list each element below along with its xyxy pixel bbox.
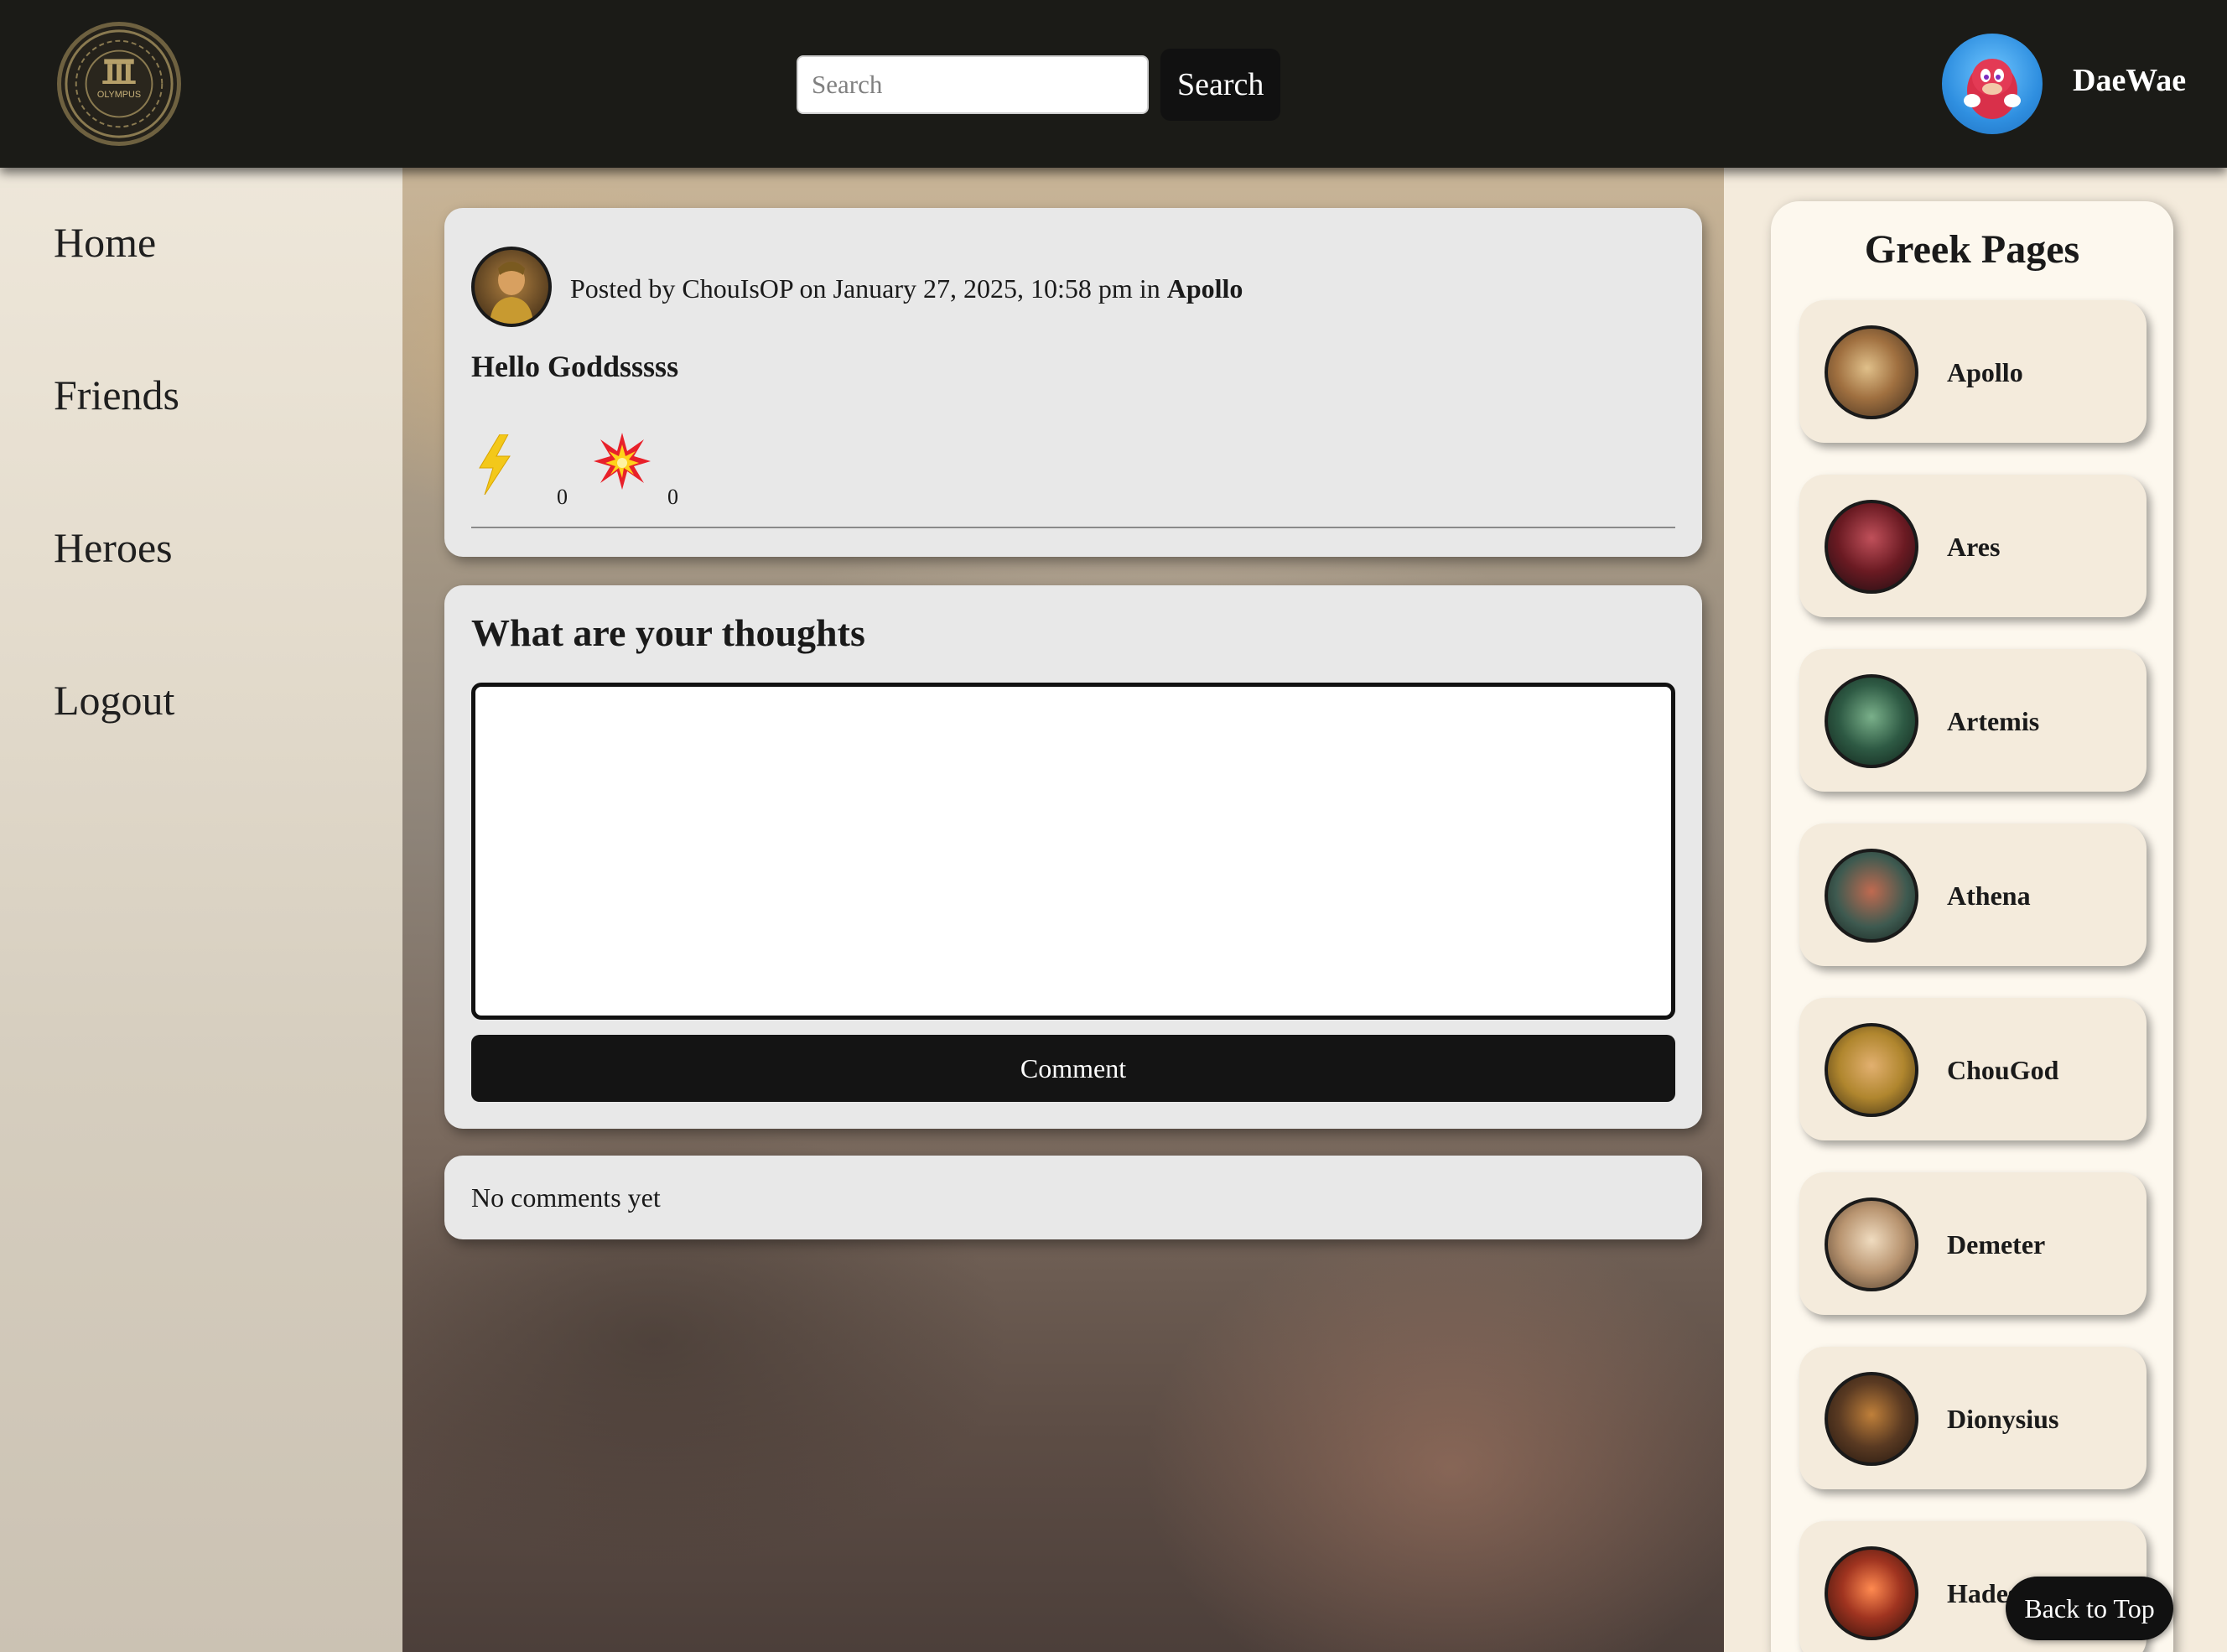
left-sidebar: Home Friends Heroes Logout: [0, 168, 402, 1652]
greek-page-apollo[interactable]: Apollo: [1799, 300, 2147, 443]
explosion-count: 0: [667, 485, 678, 509]
athena-avatar: [1825, 849, 1918, 943]
greek-pages-panel: Greek Pages Apollo Ares Artemis Athena C…: [1771, 201, 2173, 1652]
lightning-count: 0: [557, 485, 568, 509]
post-author-avatar[interactable]: [471, 247, 552, 327]
search-input[interactable]: [797, 55, 1149, 114]
nav-heroes[interactable]: Heroes: [54, 523, 173, 572]
greek-page-dionysius[interactable]: Dionysius: [1799, 1347, 2147, 1489]
greek-page-name: Demeter: [1947, 1229, 2046, 1260]
greek-page-name: Apollo: [1947, 357, 2023, 387]
no-comments-text: No comments yet: [471, 1182, 661, 1213]
user-avatar[interactable]: [1942, 34, 2043, 134]
post-meta-text: Posted by ChouIsOP on January 27, 2025, …: [570, 273, 1167, 304]
greek-page-name: Ares: [1947, 532, 2001, 562]
hades-avatar: [1825, 1546, 1918, 1640]
greek-page-athena[interactable]: Athena: [1799, 823, 2147, 966]
greek-page-name: Artemis: [1947, 706, 2040, 736]
post-meta: Posted by ChouIsOP on January 27, 2025, …: [570, 273, 1243, 304]
search-bar: Search: [797, 49, 1281, 121]
demeter-avatar: [1825, 1197, 1918, 1291]
post-card: Posted by ChouIsOP on January 27, 2025, …: [444, 208, 1702, 557]
apollo-avatar: [1825, 325, 1918, 419]
artemis-avatar: [1825, 674, 1918, 768]
greek-page-artemis[interactable]: Artemis: [1799, 649, 2147, 792]
author-portrait-icon: [490, 262, 533, 324]
username[interactable]: DaeWae: [2073, 62, 2186, 99]
greek-page-name: ChouGod: [1947, 1055, 2059, 1085]
nav-home[interactable]: Home: [54, 218, 156, 267]
comment-form-card: What are your thoughts Comment: [444, 585, 1702, 1129]
knuckles-avatar-icon: [1964, 59, 2021, 119]
greek-page-ares[interactable]: Ares: [1799, 475, 2147, 617]
lightning-reaction-button[interactable]: [471, 434, 518, 495]
svg-text:OLYMPUS: OLYMPUS: [97, 90, 141, 100]
olympus-logo-icon: OLYMPUS: [65, 29, 174, 138]
comment-button[interactable]: Comment: [471, 1035, 1675, 1102]
greek-page-demeter[interactable]: Demeter: [1799, 1172, 2147, 1315]
greek-page-chougod[interactable]: ChouGod: [1799, 998, 2147, 1140]
post-title: Hello Goddsssss: [471, 350, 679, 383]
explosion-icon: [594, 433, 651, 490]
greek-pages-title: Greek Pages: [1864, 227, 2080, 272]
comment-textarea[interactable]: [471, 683, 1675, 1020]
top-header: OLYMPUS Search DaeWae: [0, 0, 2227, 168]
back-to-top-button[interactable]: Back to Top: [2006, 1577, 2173, 1640]
explosion-reaction-button[interactable]: [592, 431, 652, 491]
lightning-icon: [479, 434, 511, 495]
chougod-avatar: [1825, 1023, 1918, 1117]
ares-avatar: [1825, 500, 1918, 594]
nav-friends[interactable]: Friends: [54, 371, 179, 419]
post-page-link[interactable]: Apollo: [1167, 273, 1243, 304]
olympus-logo[interactable]: OLYMPUS: [57, 22, 181, 146]
greek-page-name: Athena: [1947, 881, 2031, 911]
nav-logout[interactable]: Logout: [54, 676, 174, 725]
greek-page-name: Dionysius: [1947, 1404, 2059, 1434]
comment-form-title: What are your thoughts: [471, 611, 865, 654]
dionysius-avatar: [1825, 1372, 1918, 1466]
post-divider: [471, 527, 1675, 528]
search-button[interactable]: Search: [1160, 49, 1281, 121]
comments-section: No comments yet: [444, 1156, 1702, 1239]
